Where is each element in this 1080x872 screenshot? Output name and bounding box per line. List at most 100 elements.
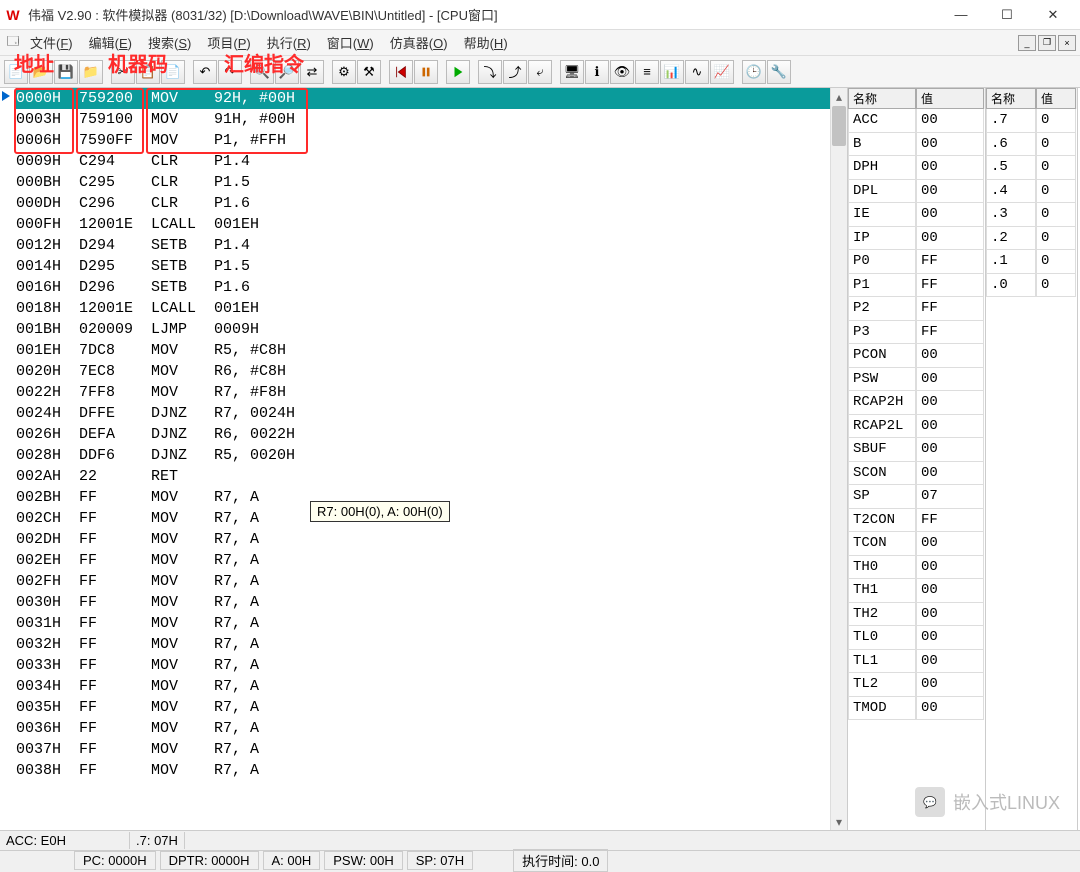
register-row[interactable]: RCAP2H00: [848, 391, 985, 415]
code-line[interactable]: 002EH FF MOV R7, A: [16, 550, 847, 571]
toolbar-step-out-icon[interactable]: ⤶: [528, 60, 552, 84]
code-line[interactable]: 0020H 7EC8 MOV R6, #C8H: [16, 361, 847, 382]
toolbar-paste-icon[interactable]: 📄: [161, 60, 185, 84]
register-row[interactable]: P0FF: [848, 250, 985, 274]
toolbar-open-project-icon[interactable]: 📁: [79, 60, 103, 84]
toolbar-find-icon[interactable]: 🔍: [250, 60, 274, 84]
code-line[interactable]: 000DH C296 CLR P1.6: [16, 193, 847, 214]
toolbar-window-stack-icon[interactable]: ≡: [635, 60, 659, 84]
code-line[interactable]: 0026H DEFA DJNZ R6, 0022H: [16, 424, 847, 445]
reg-header-value2[interactable]: 值: [1036, 88, 1076, 109]
register-row[interactable]: DPH00: [848, 156, 985, 180]
window-close-button[interactable]: ✕: [1030, 0, 1076, 30]
menu-搜索[interactable]: 搜索(S): [140, 33, 199, 54]
toolbar-window-data-icon[interactable]: ℹ: [585, 60, 609, 84]
code-line[interactable]: 002FH FF MOV R7, A: [16, 571, 847, 592]
register-row[interactable]: IE00: [848, 203, 985, 227]
reg-header-value[interactable]: 值: [916, 88, 984, 109]
scrollbar-thumb[interactable]: [832, 106, 846, 146]
disassembly-panel[interactable]: 0000H 759200 MOV 92H, #00H0003H 759100 M…: [0, 88, 848, 830]
code-line[interactable]: 0033H FF MOV R7, A: [16, 655, 847, 676]
code-line[interactable]: 0037H FF MOV R7, A: [16, 739, 847, 760]
register-row[interactable]: TL000: [848, 626, 985, 650]
register-bit-row[interactable]: .00: [986, 274, 1077, 298]
toolbar-step-into-icon[interactable]: ⤵: [478, 60, 502, 84]
register-row[interactable]: DPL00: [848, 180, 985, 204]
code-line[interactable]: 0009H C294 CLR P1.4: [16, 151, 847, 172]
toolbar-findnext-icon[interactable]: 🔎: [275, 60, 299, 84]
register-row[interactable]: IP00: [848, 227, 985, 251]
code-line[interactable]: 0031H FF MOV R7, A: [16, 613, 847, 634]
code-line[interactable]: 0018H 12001E LCALL 001EH: [16, 298, 847, 319]
code-line[interactable]: 0003H 759100 MOV 91H, #00H: [16, 109, 847, 130]
code-line[interactable]: 0036H FF MOV R7, A: [16, 718, 847, 739]
toolbar-cut-icon[interactable]: ✂: [111, 60, 135, 84]
toolbar-pause-icon[interactable]: [414, 60, 438, 84]
code-line[interactable]: 0006H 7590FF MOV P1, #FFH: [16, 130, 847, 151]
register-bit-row[interactable]: .10: [986, 250, 1077, 274]
register-bit-row[interactable]: .50: [986, 156, 1077, 180]
code-line[interactable]: 0024H DFFE DJNZ R7, 0024H: [16, 403, 847, 424]
menu-帮助[interactable]: 帮助(H): [456, 33, 516, 54]
window-maximize-button[interactable]: ☐: [984, 0, 1030, 30]
register-row[interactable]: TCON00: [848, 532, 985, 556]
toolbar-reset-icon[interactable]: [389, 60, 413, 84]
mdi-close-button[interactable]: ×: [1058, 35, 1076, 51]
register-bit-row[interactable]: .70: [986, 109, 1077, 133]
toolbar-settings-icon[interactable]: 🔧: [767, 60, 791, 84]
code-line[interactable]: 0000H 759200 MOV 92H, #00H: [16, 88, 847, 109]
toolbar-window-logic-icon[interactable]: ∿: [685, 60, 709, 84]
mdi-minimize-button[interactable]: _: [1018, 35, 1036, 51]
toolbar-redo-icon[interactable]: ↷: [218, 60, 242, 84]
code-line[interactable]: 0012H D294 SETB P1.4: [16, 235, 847, 256]
toolbar-window-trace-icon[interactable]: 📊: [660, 60, 684, 84]
mdi-restore-button[interactable]: ❐: [1038, 35, 1056, 51]
register-bit-row[interactable]: .60: [986, 133, 1077, 157]
register-bit-row[interactable]: .40: [986, 180, 1077, 204]
scroll-up-icon[interactable]: ▴: [831, 88, 847, 105]
toolbar-undo-icon[interactable]: ↶: [193, 60, 217, 84]
toolbar-open-icon[interactable]: 📂: [29, 60, 53, 84]
register-row[interactable]: P3FF: [848, 321, 985, 345]
register-row[interactable]: TMOD00: [848, 697, 985, 721]
register-row[interactable]: ACC00: [848, 109, 985, 133]
scroll-down-icon[interactable]: ▾: [831, 813, 847, 830]
toolbar-build-icon[interactable]: ⚙: [332, 60, 356, 84]
menu-文件[interactable]: 文件(F): [22, 33, 81, 54]
register-row[interactable]: TH000: [848, 556, 985, 580]
window-minimize-button[interactable]: —: [938, 0, 984, 30]
reg-header-name2[interactable]: 名称: [986, 88, 1036, 109]
code-line[interactable]: 0016H D296 SETB P1.6: [16, 277, 847, 298]
code-line[interactable]: 001EH 7DC8 MOV R5, #C8H: [16, 340, 847, 361]
code-line[interactable]: 002AH 22 RET: [16, 466, 847, 487]
toolbar-clock-icon[interactable]: 🕒: [742, 60, 766, 84]
toolbar-run-icon[interactable]: [446, 60, 470, 84]
reg-header-name[interactable]: 名称: [848, 88, 916, 109]
toolbar-window-wave-icon[interactable]: 📈: [710, 60, 734, 84]
code-line[interactable]: 0032H FF MOV R7, A: [16, 634, 847, 655]
code-line[interactable]: 0038H FF MOV R7, A: [16, 760, 847, 781]
code-line[interactable]: 0035H FF MOV R7, A: [16, 697, 847, 718]
menu-执行[interactable]: 执行(R): [259, 33, 319, 54]
toolbar-buildall-icon[interactable]: ⚒: [357, 60, 381, 84]
register-row[interactable]: SBUF00: [848, 438, 985, 462]
code-line[interactable]: 0014H D295 SETB P1.5: [16, 256, 847, 277]
vertical-scrollbar[interactable]: ▴ ▾: [830, 88, 847, 830]
code-line[interactable]: 0030H FF MOV R7, A: [16, 592, 847, 613]
register-row[interactable]: P1FF: [848, 274, 985, 298]
code-line[interactable]: 000BH C295 CLR P1.5: [16, 172, 847, 193]
menu-仿真器[interactable]: 仿真器(O): [382, 33, 456, 54]
register-row[interactable]: TL100: [848, 650, 985, 674]
code-line[interactable]: 002DH FF MOV R7, A: [16, 529, 847, 550]
menu-窗口[interactable]: 窗口(W): [319, 33, 382, 54]
toolbar-window-watch-icon[interactable]: 👁: [610, 60, 634, 84]
register-row[interactable]: TH100: [848, 579, 985, 603]
register-row[interactable]: SP07: [848, 485, 985, 509]
register-row[interactable]: PSW00: [848, 368, 985, 392]
register-row[interactable]: P2FF: [848, 297, 985, 321]
menu-编辑[interactable]: 编辑(E): [81, 33, 140, 54]
register-row[interactable]: TH200: [848, 603, 985, 627]
code-line[interactable]: 000FH 12001E LCALL 001EH: [16, 214, 847, 235]
code-line[interactable]: 0022H 7FF8 MOV R7, #F8H: [16, 382, 847, 403]
toolbar-copy-icon[interactable]: 📋: [136, 60, 160, 84]
